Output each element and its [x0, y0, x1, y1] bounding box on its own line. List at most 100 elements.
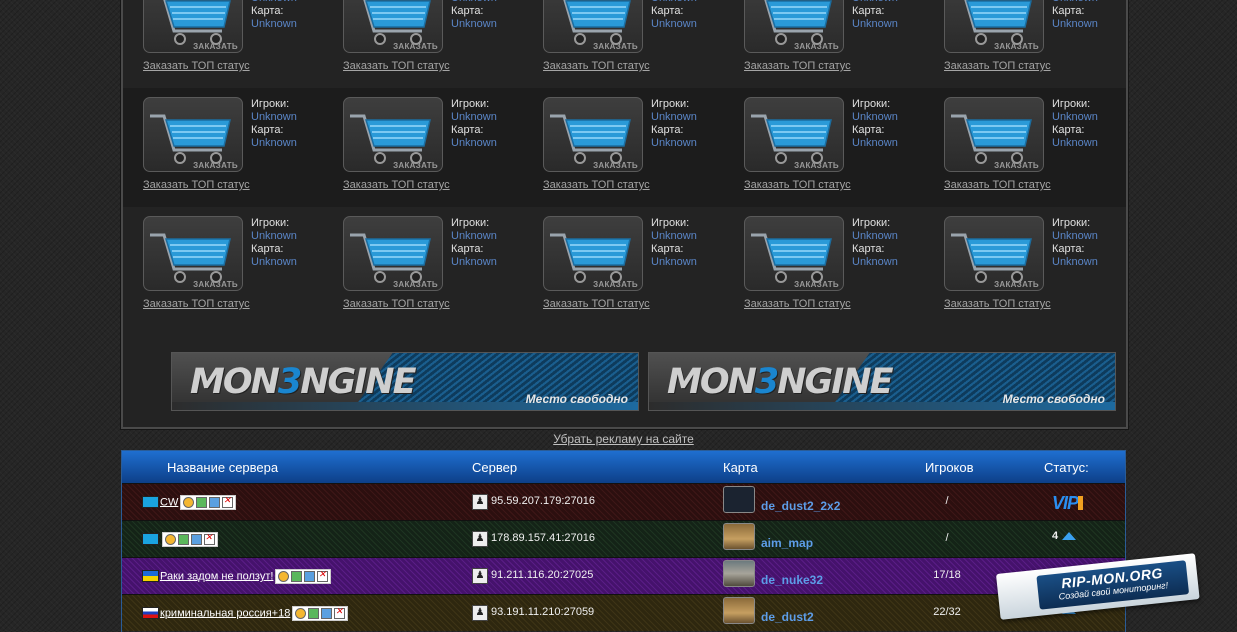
- server-badges: [162, 532, 218, 547]
- flag-russia-icon: [142, 607, 159, 619]
- server-ip[interactable]: 91.211.116.20:27025: [491, 569, 593, 581]
- server-name[interactable]: [160, 532, 218, 547]
- shopping-cart-icon[interactable]: ЗАКАЗАТЬ: [744, 216, 844, 291]
- shopping-cart-icon[interactable]: ЗАКАЗАТЬ: [343, 97, 443, 172]
- order-top-status-link[interactable]: Заказать ТОП статус: [543, 60, 650, 72]
- players-value: Unknown: [251, 111, 297, 123]
- shopping-cart-icon[interactable]: ЗАКАЗАТЬ: [543, 97, 643, 172]
- cart-button-label: ЗАКАЗАТЬ: [794, 161, 839, 170]
- order-top-status-link[interactable]: Заказать ТОП статус: [744, 179, 851, 191]
- map-name[interactable]: aim_map: [761, 536, 813, 550]
- top-status-slot: ЗАКАЗАТЬИгроки:UnknownКарта:UnknownЗаказ…: [323, 88, 518, 207]
- close-icon: [222, 495, 234, 508]
- remove-ads-link[interactable]: Убрать рекламу на сайте: [0, 432, 1237, 446]
- flag-kazakhstan-icon: [142, 496, 159, 508]
- order-top-status-link[interactable]: Заказать ТОП статус: [143, 298, 250, 310]
- shopping-cart-icon[interactable]: ЗАКАЗАТЬ: [143, 216, 243, 291]
- table-row[interactable]: ♟ 178.89.157.41:27016 aim_map / 4: [122, 520, 1125, 557]
- shopping-cart-icon[interactable]: ЗАКАЗАТЬ: [744, 0, 844, 53]
- players-label: Игроки:: [251, 98, 290, 110]
- server-badges: [275, 569, 332, 584]
- top-status-slot: ЗАКАЗАТЬИгроки:UnknownКарта:UnknownЗаказ…: [924, 88, 1119, 207]
- cs-game-icon: ♟: [472, 568, 488, 584]
- header-server[interactable]: Сервер: [472, 460, 517, 475]
- header-status[interactable]: Статус:: [1044, 460, 1089, 475]
- shop-row: ЗАКАЗАТЬИгроки:UnknownКарта:UnknownЗаказ…: [123, 88, 1126, 207]
- cart-button-label: ЗАКАЗАТЬ: [393, 161, 438, 170]
- order-top-status-link[interactable]: Заказать ТОП статус: [944, 298, 1051, 310]
- order-top-status-link[interactable]: Заказать ТОП статус: [543, 179, 650, 191]
- table-row[interactable]: криминальная россия+18 ♟ 93.191.11.210:2…: [122, 594, 1125, 631]
- shopping-cart-icon[interactable]: ЗАКАЗАТЬ: [343, 0, 443, 53]
- shopping-cart-icon[interactable]: ЗАКАЗАТЬ: [543, 0, 643, 53]
- table-row[interactable]: Раки задом не ползут! ♟ 91.211.116.20:27…: [122, 557, 1125, 594]
- order-top-status-link[interactable]: Заказать ТОП статус: [143, 179, 250, 191]
- ad-banner-right[interactable]: MON3NGINE Место свободно: [648, 352, 1116, 411]
- shopping-cart-icon[interactable]: ЗАКАЗАТЬ: [143, 97, 243, 172]
- banner-caption: Место свободно: [525, 392, 628, 406]
- cart-button-label: ЗАКАЗАТЬ: [393, 42, 438, 51]
- shopping-cart-icon[interactable]: ЗАКАЗАТЬ: [343, 216, 443, 291]
- map-value: Unknown: [651, 256, 697, 268]
- server-name[interactable]: Раки задом не ползут!: [160, 569, 332, 584]
- order-top-status-link[interactable]: Заказать ТОП статус: [343, 179, 450, 191]
- top-status-slot: ЗАКАЗАТЬ Игроки:UnknownКарта:Unknown Заказ…: [724, 88, 919, 207]
- order-top-status-link[interactable]: Заказать ТОП статус: [744, 60, 851, 72]
- slot-info: Игроки:UnknownКарта:Unknown: [251, 217, 297, 269]
- server-ip[interactable]: 178.89.157.41:27016: [491, 532, 595, 544]
- slot-info: Игроки:UnknownКарта:Unknown: [852, 98, 898, 150]
- server-badges: [180, 495, 237, 510]
- map-value: Unknown: [451, 137, 497, 149]
- server-ip[interactable]: 95.59.207.179:27016: [491, 495, 595, 507]
- shopping-cart-icon[interactable]: ЗАКАЗАТЬ: [944, 0, 1044, 53]
- order-top-status-link[interactable]: Заказать ТОП статус: [343, 60, 450, 72]
- top-status-slot: ЗАКАЗАТЬИгроки:UnknownКарта:UnknownЗаказ…: [924, 207, 1119, 326]
- map-label: Карта:: [451, 243, 484, 255]
- order-top-status-link[interactable]: Заказать ТОП статус: [343, 298, 450, 310]
- slot-info: Игроки:UnknownКарта:Unknown: [451, 0, 497, 31]
- map-value: Unknown: [651, 137, 697, 149]
- cart-button-label: ЗАКАЗАТЬ: [794, 280, 839, 289]
- map-label: Карта:: [1052, 243, 1085, 255]
- header-players[interactable]: Игроков: [925, 460, 974, 475]
- shopping-cart-icon[interactable]: ЗАКАЗАТЬ: [543, 216, 643, 291]
- rank-up-icon: [1062, 532, 1077, 541]
- shopping-cart-icon[interactable]: ЗАКАЗАТЬ: [944, 216, 1044, 291]
- players-label: Игроки:: [1052, 98, 1091, 110]
- shopping-cart-icon[interactable]: ЗАКАЗАТЬ: [744, 97, 844, 172]
- map-name[interactable]: de_nuke32: [761, 573, 823, 587]
- hltv-icon: [196, 497, 208, 508]
- header-map[interactable]: Карта: [723, 460, 758, 475]
- shield-icon: [278, 571, 290, 582]
- flag-ukraine-icon: [142, 570, 159, 582]
- order-top-status-link[interactable]: Заказать ТОП статус: [543, 298, 650, 310]
- cart-button-label: ЗАКАЗАТЬ: [193, 161, 238, 170]
- map-value: Unknown: [852, 256, 898, 268]
- map-thumbnail: [723, 523, 755, 550]
- cart-button-label: ЗАКАЗАТЬ: [193, 280, 238, 289]
- server-name[interactable]: криминальная россия+18: [160, 606, 349, 621]
- slot-info: Игроки:UnknownКарта:Unknown: [651, 98, 697, 150]
- map-thumbnail: [723, 560, 755, 587]
- players-value: Unknown: [651, 111, 697, 123]
- map-name[interactable]: de_dust2_2x2: [761, 499, 840, 513]
- table-header: Название сервера Сервер Карта Игроков Ст…: [122, 451, 1125, 483]
- shopping-cart-icon[interactable]: ЗАКАЗАТЬ: [944, 97, 1044, 172]
- edit-icon: [191, 534, 202, 545]
- server-name[interactable]: CW: [160, 495, 237, 510]
- shopping-cart-icon[interactable]: ЗАКАЗАТЬ: [143, 0, 243, 53]
- map-name[interactable]: de_dust2: [761, 610, 814, 624]
- order-top-status-link[interactable]: Заказать ТОП статус: [944, 179, 1051, 191]
- order-top-status-link[interactable]: Заказать ТОП статус: [744, 298, 851, 310]
- order-top-status-link[interactable]: Заказать ТОП статус: [143, 60, 250, 72]
- map-label: Карта:: [251, 243, 284, 255]
- players-value: Unknown: [852, 111, 898, 123]
- ad-banner-left[interactable]: MON3NGINE Место свободно: [171, 352, 639, 411]
- header-name[interactable]: Название сервера: [167, 460, 278, 475]
- map-value: Unknown: [651, 18, 697, 30]
- players-value: Unknown: [251, 230, 297, 242]
- server-ip[interactable]: 93.191.11.210:27059: [491, 606, 594, 618]
- order-top-status-link[interactable]: Заказать ТОП статус: [944, 60, 1051, 72]
- table-row[interactable]: CW ♟ 95.59.207.179:27016 de_dust2_2x2 / …: [122, 483, 1125, 520]
- top-status-slot: ЗАКАЗАТЬИгроки:UnknownКарта:UnknownЗаказ…: [724, 0, 919, 88]
